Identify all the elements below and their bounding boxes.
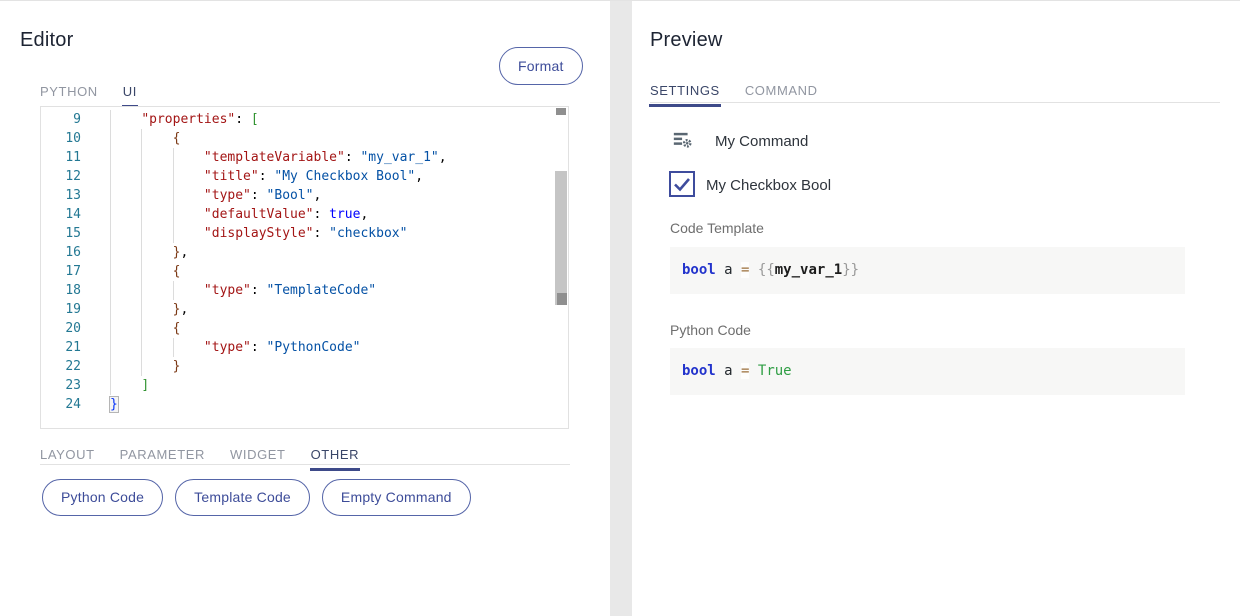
code-line-9: 9 "properties": [ bbox=[41, 110, 554, 129]
code-line-13: 13 "type": "Bool", bbox=[41, 186, 554, 205]
preview-tabs-divider bbox=[650, 102, 1220, 103]
line-number: 13 bbox=[41, 186, 81, 205]
code-token: a bbox=[716, 262, 741, 278]
code-line-11: 11 "templateVariable": "my_var_1", bbox=[41, 148, 554, 167]
line-number: 24 bbox=[41, 395, 81, 414]
code-line-15: 15 "displayStyle": "checkbox" bbox=[41, 224, 554, 243]
tab-layout[interactable]: LAYOUT bbox=[40, 447, 95, 470]
python-code-button[interactable]: Python Code bbox=[42, 479, 163, 516]
code-line-20: 20 { bbox=[41, 319, 554, 338]
scrollbar-thumb[interactable] bbox=[555, 171, 567, 305]
line-number: 10 bbox=[41, 129, 81, 148]
code-template-code: bool a = {{my_var_1}} bbox=[682, 260, 859, 281]
line-number: 9 bbox=[41, 110, 81, 129]
overview-ruler-marker bbox=[557, 293, 567, 305]
code-editor[interactable]: 9 "properties": [10 {11 "templateVariabl… bbox=[40, 106, 569, 429]
line-number: 21 bbox=[41, 338, 81, 357]
overview-ruler-marker bbox=[556, 108, 566, 115]
tab-parameter[interactable]: PARAMETER bbox=[120, 447, 205, 470]
line-number: 11 bbox=[41, 148, 81, 167]
python-code-label: Python Code bbox=[670, 322, 751, 338]
code-token: my_var_1 bbox=[775, 262, 842, 278]
command-label: My Command bbox=[715, 133, 808, 150]
code-line-10: 10 { bbox=[41, 129, 554, 148]
code-template-block: bool a = {{my_var_1}} bbox=[670, 247, 1185, 294]
code-token: {{ bbox=[758, 262, 775, 278]
code-lines: 9 "properties": [10 {11 "templateVariabl… bbox=[41, 110, 554, 414]
code-line-23: 23 ] bbox=[41, 376, 554, 395]
bottom-tabs-divider bbox=[40, 464, 570, 465]
code-line-22: 22 } bbox=[41, 357, 554, 376]
template-code-button[interactable]: Template Code bbox=[175, 479, 310, 516]
format-button[interactable]: Format bbox=[499, 47, 583, 85]
code-token: }} bbox=[842, 262, 859, 278]
line-number: 15 bbox=[41, 224, 81, 243]
code-line-14: 14 "defaultValue": true, bbox=[41, 205, 554, 224]
editor-tabs: PYTHON UI bbox=[40, 83, 162, 107]
python-code-code: bool a = True bbox=[682, 361, 792, 382]
tab-other[interactable]: OTHER bbox=[311, 447, 360, 470]
line-number: 22 bbox=[41, 357, 81, 376]
line-number: 23 bbox=[41, 376, 81, 395]
code-token: bool bbox=[682, 262, 716, 278]
code-line-21: 21 "type": "PythonCode" bbox=[41, 338, 554, 357]
line-number: 12 bbox=[41, 167, 81, 186]
editor-bottom-tabs: LAYOUT PARAMETER WIDGET OTHER bbox=[40, 446, 384, 470]
code-line-24: 24} bbox=[41, 395, 554, 414]
editor-panel: Editor Format PYTHON UI 9 "properties": [… bbox=[0, 1, 610, 616]
editor-title: Editor bbox=[20, 29, 73, 52]
code-token: a bbox=[716, 363, 741, 379]
code-line-18: 18 "type": "TemplateCode" bbox=[41, 281, 554, 300]
line-number: 16 bbox=[41, 243, 81, 262]
code-token bbox=[749, 363, 757, 379]
preview-panel: Preview SETTINGSCOMMAND bbox=[632, 1, 1240, 616]
line-number: 20 bbox=[41, 319, 81, 338]
tab-python[interactable]: PYTHON bbox=[40, 84, 98, 107]
code-token: bool bbox=[682, 363, 716, 379]
line-number: 17 bbox=[41, 262, 81, 281]
line-number: 18 bbox=[41, 281, 81, 300]
pane-divider bbox=[610, 1, 632, 616]
preview-title: Preview bbox=[650, 29, 723, 52]
python-code-block: bool a = True bbox=[670, 348, 1185, 395]
empty-command-button[interactable]: Empty Command bbox=[322, 479, 471, 516]
tab-ui[interactable]: UI bbox=[123, 84, 137, 107]
code-token bbox=[749, 262, 757, 278]
code-line-19: 19 }, bbox=[41, 300, 554, 319]
code-line-16: 16 }, bbox=[41, 243, 554, 262]
editor-action-buttons: Python Code Template Code Empty Command bbox=[42, 479, 483, 516]
editor-scrollbar[interactable] bbox=[554, 107, 568, 428]
list-settings-icon bbox=[672, 129, 694, 156]
line-number: 19 bbox=[41, 300, 81, 319]
code-line-17: 17 { bbox=[41, 262, 554, 281]
checkbox-label: My Checkbox Bool bbox=[706, 177, 831, 194]
line-number: 14 bbox=[41, 205, 81, 224]
code-line-12: 12 "title": "My Checkbox Bool", bbox=[41, 167, 554, 186]
my-checkbox-bool-checkbox[interactable] bbox=[669, 171, 695, 197]
code-template-label: Code Template bbox=[670, 220, 764, 236]
code-token: True bbox=[758, 363, 792, 379]
tab-widget[interactable]: WIDGET bbox=[230, 447, 286, 470]
